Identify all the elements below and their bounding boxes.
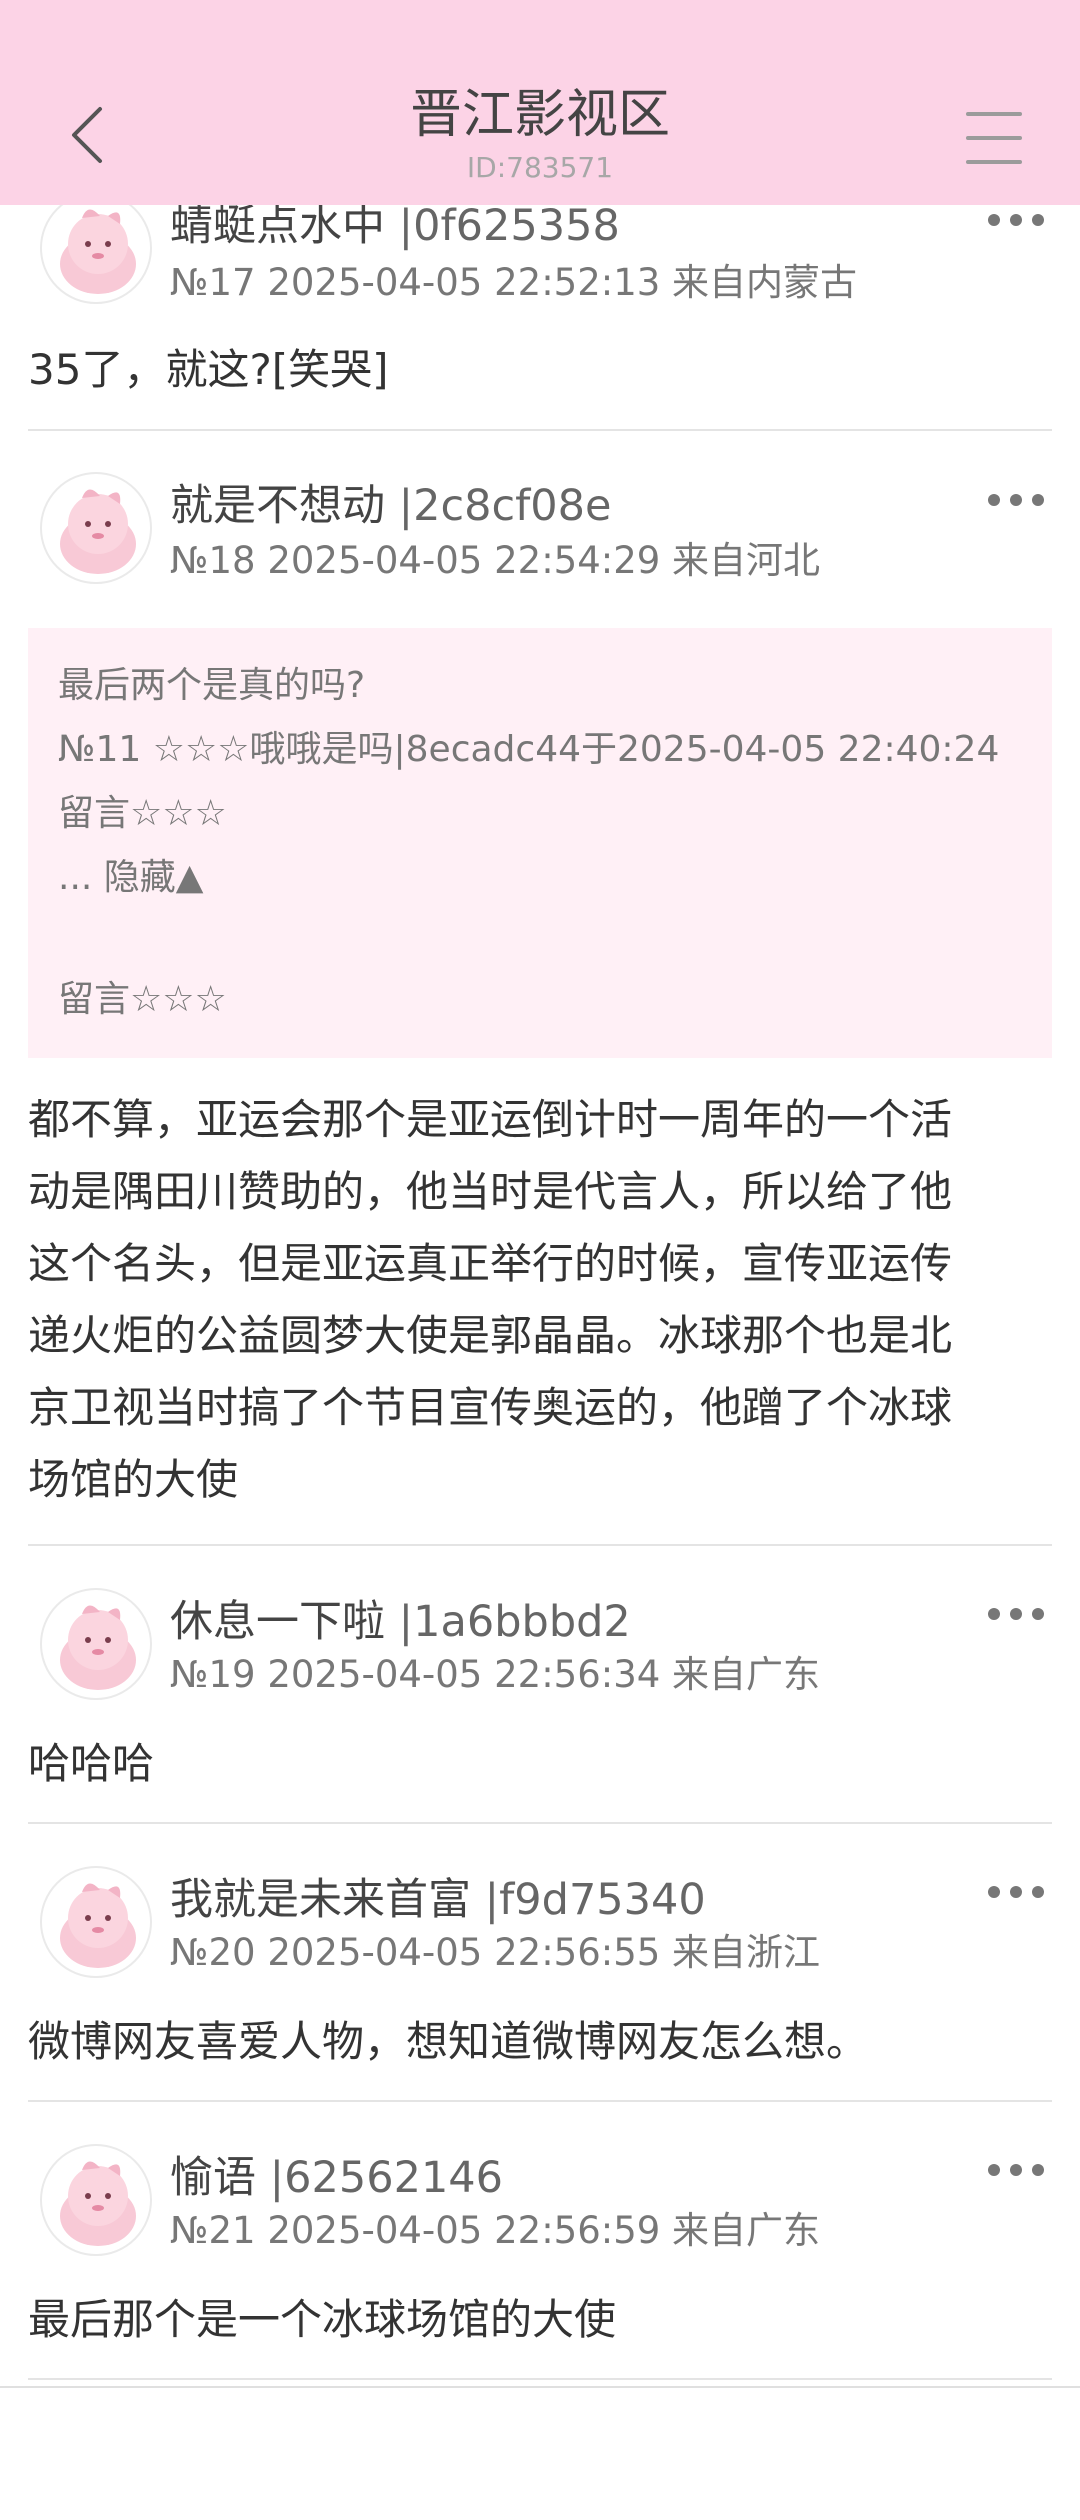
forum-id: ID:783571 xyxy=(466,151,614,184)
hamburger-menu-icon[interactable] xyxy=(966,112,1024,164)
quote-text: 留言☆☆☆ xyxy=(58,793,227,834)
divider xyxy=(28,2100,1052,2102)
divider xyxy=(28,1822,1052,1824)
more-dots-icon[interactable] xyxy=(988,2160,1044,2180)
quote-reference: №11 ☆☆☆哦哦是吗|8ecadc44于2025-04-05 22:40:24 xyxy=(58,729,1000,770)
username[interactable]: 休息一下啦 |1a6bbbd2 xyxy=(170,1596,631,1648)
post-meta: №21 2025-04-05 22:56:59 来自广东 xyxy=(170,2209,821,2252)
username[interactable]: 蜻蜓点水中 |0f625358 xyxy=(170,200,620,252)
avatar[interactable] xyxy=(40,1866,152,1978)
post-meta: №19 2025-04-05 22:56:34 来自广东 xyxy=(170,1653,821,1696)
divider xyxy=(28,2378,1052,2380)
comment-text: 哈哈哈 xyxy=(28,1739,155,1788)
bottom-divider xyxy=(0,2386,1080,2388)
more-dots-icon[interactable] xyxy=(988,490,1044,510)
post-meta: №18 2025-04-05 22:54:29 来自河北 xyxy=(170,539,821,582)
avatar[interactable] xyxy=(40,192,152,304)
avatar[interactable] xyxy=(40,472,152,584)
divider xyxy=(28,1544,1052,1546)
username[interactable]: 我就是未来首富 |f9d75340 xyxy=(170,1874,706,1926)
avatar[interactable] xyxy=(40,2144,152,2256)
pig-avatar-icon xyxy=(60,209,136,294)
username[interactable]: 就是不想动 |2c8cf08e xyxy=(170,480,611,532)
comment-text: 35了，就这?[笑哭] xyxy=(28,345,389,394)
comment-text: 最后那个是一个冰球场馆的大使 xyxy=(28,2295,617,2344)
post-meta: №20 2025-04-05 22:56:55 来自浙江 xyxy=(170,1931,821,1974)
quoted-reply[interactable]: 最后两个是真的吗? №11 ☆☆☆哦哦是吗|8ecadc44于2025-04-0… xyxy=(28,628,1052,1058)
comment-text: 微博网友喜爱人物，想知道微博网友怎么想。 xyxy=(28,2017,869,2066)
hide-quote-toggle[interactable]: ... 隐藏▲ xyxy=(58,846,1022,910)
page-title: 晋江影视区 xyxy=(409,85,670,145)
username[interactable]: 愉语 |62562146 xyxy=(170,2152,503,2204)
comment-text: 都不算，亚运会那个是亚运倒计时一周年的一个活 动是隅田川赞助的，他当时是代言人，… xyxy=(28,1095,953,1504)
divider xyxy=(28,429,1052,431)
pig-avatar-icon xyxy=(60,1883,136,1968)
post-meta: №17 2025-04-05 22:52:13 来自内蒙古 xyxy=(170,261,858,304)
more-dots-icon[interactable] xyxy=(988,1882,1044,1902)
quote-text: 留言☆☆☆ xyxy=(58,979,227,1020)
pig-avatar-icon xyxy=(60,2161,136,2246)
more-dots-icon[interactable] xyxy=(988,210,1044,230)
top-nav-bar: 晋江影视区 ID:783571 xyxy=(0,0,1080,205)
pig-avatar-icon xyxy=(60,489,136,574)
quote-text: 最后两个是真的吗? xyxy=(58,665,366,706)
avatar[interactable] xyxy=(40,1588,152,1700)
more-dots-icon[interactable] xyxy=(988,1604,1044,1624)
pig-avatar-icon xyxy=(60,1605,136,1690)
